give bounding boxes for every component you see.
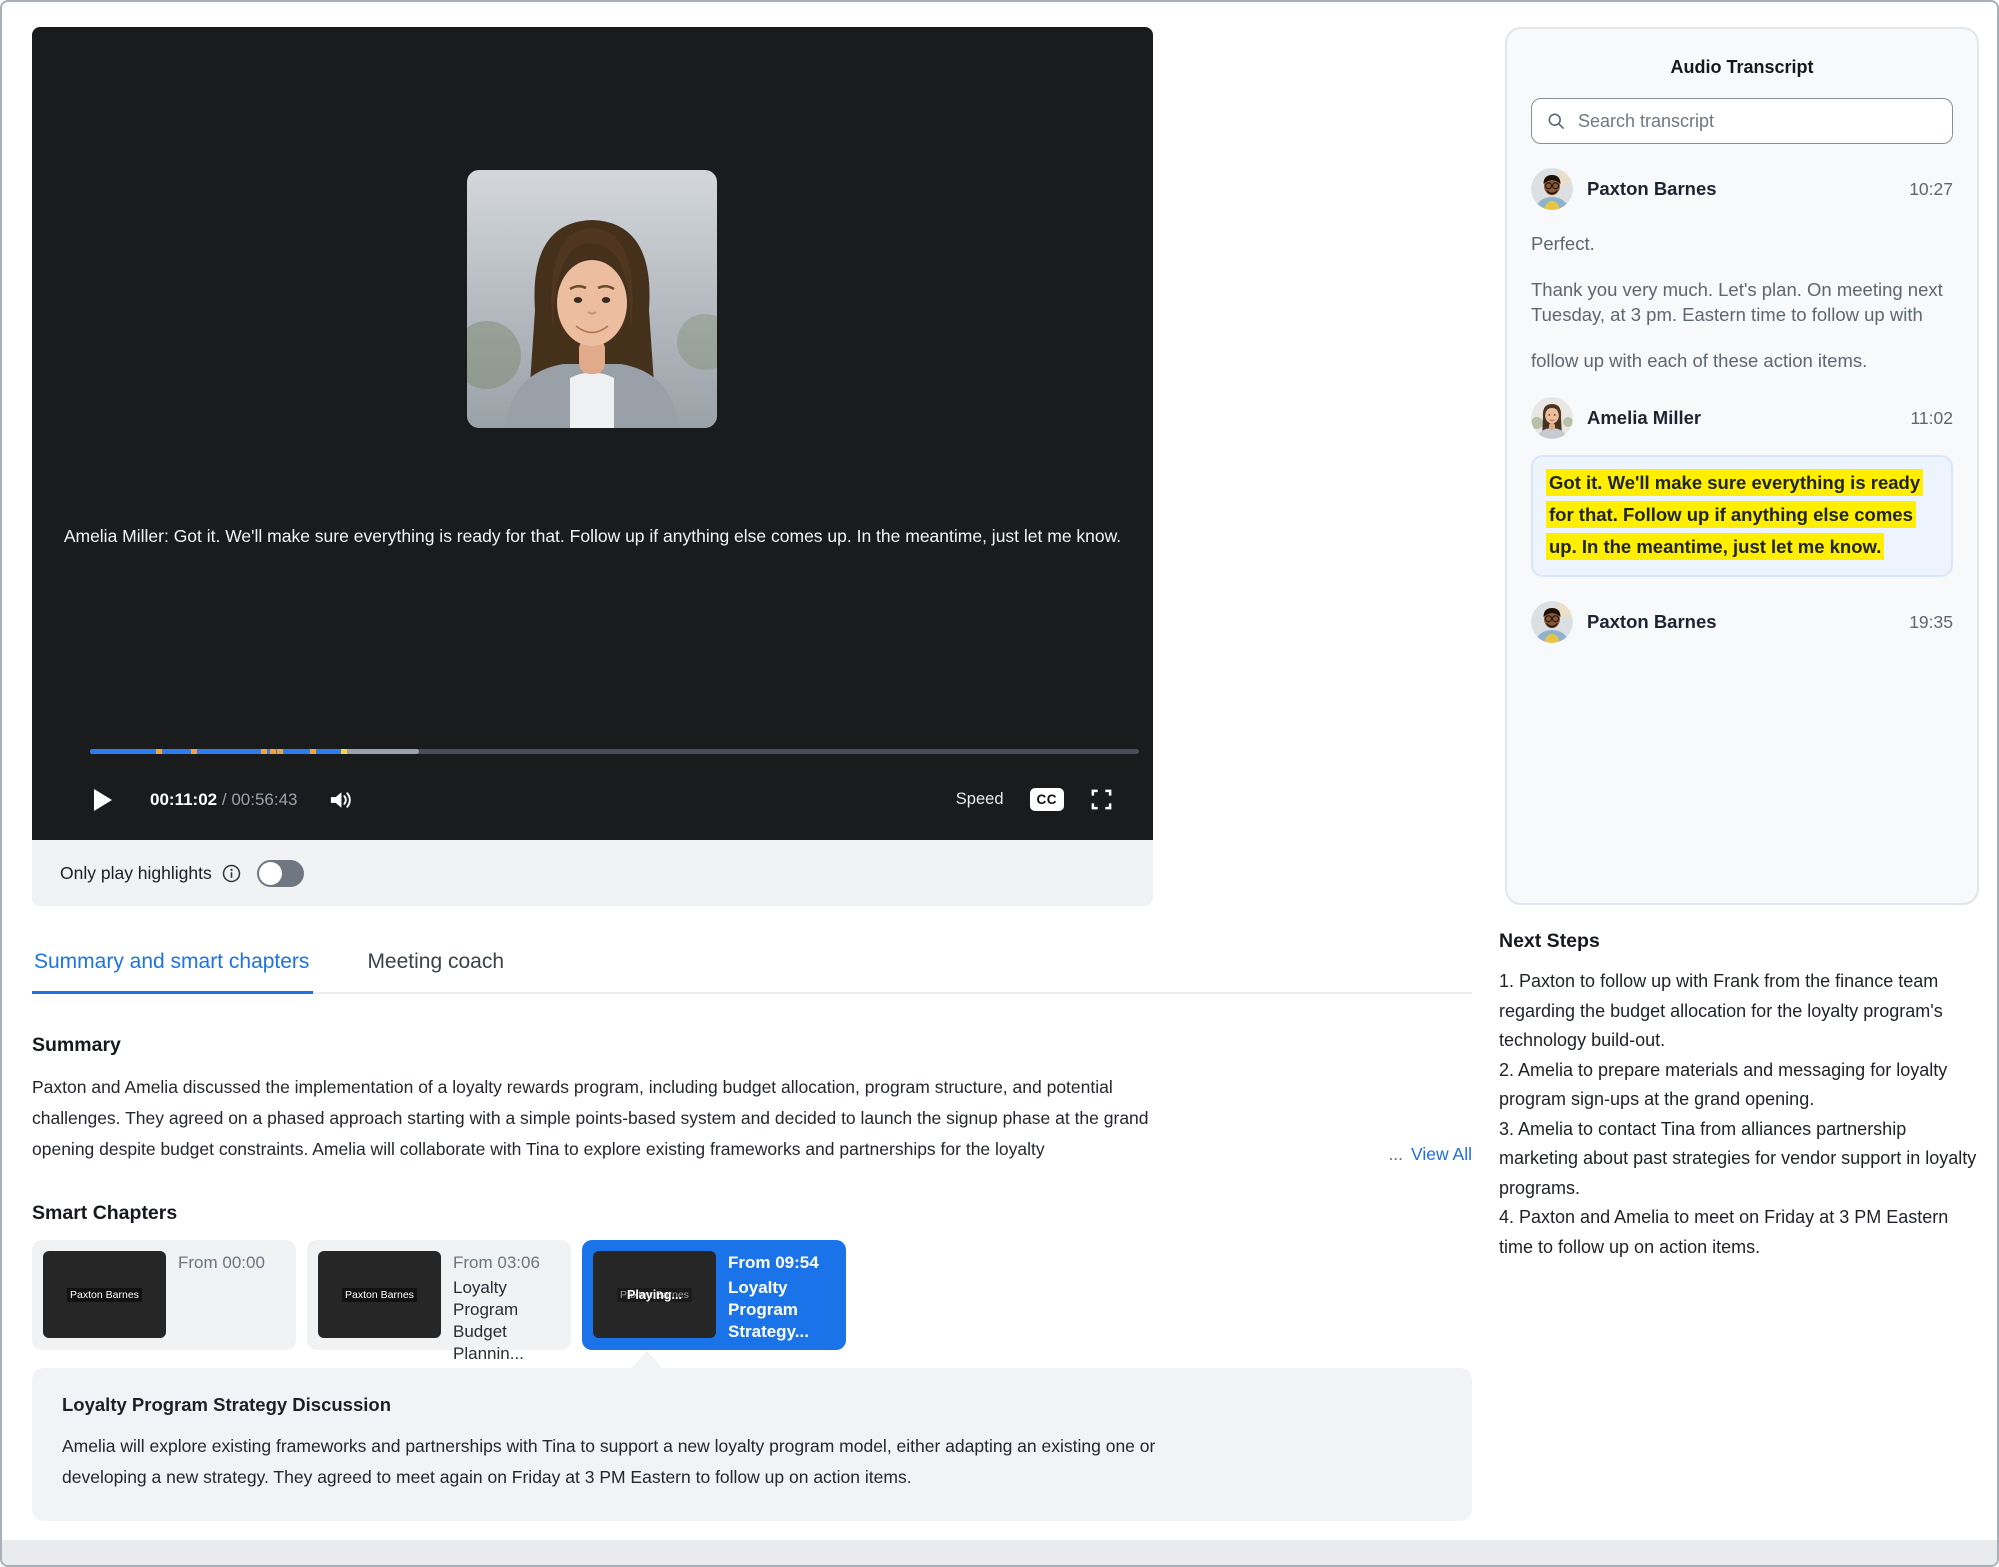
thumbnail-name-tag: Paxton Barnes — [67, 1288, 142, 1302]
chapter-start-time: From 00:00 — [178, 1253, 265, 1273]
progress-bar[interactable] — [90, 749, 1139, 754]
transcript-entry-highlighted[interactable]: Amelia Miller 11:02 Got it. We'll make s… — [1531, 397, 1953, 577]
summary-section: Summary Paxton and Amelia discussed the … — [32, 1034, 1472, 1165]
entry-timestamp[interactable]: 11:02 — [1911, 408, 1954, 429]
tab-summary-and-smart-chapters[interactable]: Summary and smart chapters — [32, 950, 313, 994]
next-step-item: 3. Amelia to contact Tina from alliances… — [1499, 1115, 1977, 1204]
play-button[interactable] — [90, 787, 114, 813]
info-icon[interactable] — [222, 864, 241, 883]
highlight-marker — [191, 749, 197, 754]
summary-ellipsis: ... — [1388, 1144, 1403, 1164]
audio-transcript-panel: Audio Transcript — [1505, 27, 1979, 905]
transcript-search[interactable] — [1531, 98, 1953, 144]
chapter-thumbnail: Paxton Barnes Playing... — [593, 1251, 716, 1338]
meeting-recording-page: Amelia Miller: Got it. We'll make sure e… — [0, 0, 1999, 1567]
transcript-entry[interactable]: Paxton Barnes 19:35 — [1531, 601, 1953, 643]
speaker-portrait — [467, 170, 717, 428]
entry-timestamp[interactable]: 19:35 — [1909, 612, 1953, 633]
avatar-paxton-barnes — [1531, 168, 1573, 210]
speed-button[interactable]: Speed — [956, 790, 1004, 809]
highlight-marker — [310, 749, 316, 754]
highlights-toggle-switch[interactable] — [257, 860, 304, 887]
chapter-cards: Paxton Barnes From 00:00 Paxton Barnes F… — [32, 1240, 1472, 1350]
chapter-thumbnail: Paxton Barnes — [318, 1251, 441, 1338]
view-all-link[interactable]: View All — [1411, 1144, 1472, 1164]
time-display: 00:11:02 / 00:56:43 — [150, 790, 298, 810]
highlights-toggle-label: Only play highlights — [60, 863, 212, 884]
highlighted-text: Got it. We'll make sure everything is re… — [1546, 469, 1923, 560]
smart-chapters-heading: Smart Chapters — [32, 1202, 1472, 1225]
volume-icon — [328, 788, 353, 812]
fullscreen-button[interactable] — [1090, 788, 1113, 811]
video-viewport[interactable]: Amelia Miller: Got it. We'll make sure e… — [32, 27, 1153, 840]
thumbnail-name-tag: Paxton Barnes — [342, 1288, 417, 1302]
highlight-marker — [270, 749, 276, 754]
highlighted-quote-bubble[interactable]: Got it. We'll make sure everything is re… — [1531, 455, 1953, 577]
transcript-paragraph[interactable]: Perfect. — [1531, 231, 1953, 256]
smart-chapters-section: Smart Chapters Paxton Barnes From 00:00 … — [32, 1202, 1472, 1521]
chapter-start-time: From 09:54 — [728, 1253, 835, 1273]
tab-meeting-coach[interactable]: Meeting coach — [365, 950, 508, 992]
chapter-start-time: From 03:06 — [453, 1253, 560, 1273]
chapter-title: Loyalty Program Strategy... — [728, 1277, 835, 1343]
playing-indicator: Playing... — [593, 1288, 716, 1302]
entry-timestamp[interactable]: 10:27 — [1909, 179, 1953, 200]
speaker-name: Paxton Barnes — [1587, 178, 1717, 200]
chapter-detail-box: Loyalty Program Strategy Discussion Amel… — [32, 1368, 1472, 1521]
transcript-paragraph[interactable]: follow up with each of these action item… — [1531, 348, 1953, 373]
chapter-detail-pointer — [632, 1351, 662, 1368]
chapter-thumbnail: Paxton Barnes — [43, 1251, 166, 1338]
content-tabs: Summary and smart chapters Meeting coach — [32, 950, 1472, 994]
highlight-marker — [277, 749, 283, 754]
transcript-paragraph[interactable]: Thank you very much. Let's plan. On meet… — [1531, 277, 1953, 327]
video-caption: Amelia Miller: Got it. We'll make sure e… — [50, 525, 1135, 548]
progress-track — [90, 749, 1139, 754]
play-icon — [90, 787, 114, 813]
transcript-title: Audio Transcript — [1531, 57, 1953, 78]
cc-button[interactable]: CC — [1030, 788, 1065, 811]
next-step-item: 2. Amelia to prepare materials and messa… — [1499, 1056, 1977, 1115]
chapter-card-2[interactable]: Paxton Barnes From 03:06 Loyalty Program… — [307, 1240, 571, 1350]
search-input[interactable] — [1576, 110, 1938, 133]
chapter-title: Loyalty Program Budget Plannin... — [453, 1277, 560, 1365]
video-player-card: Amelia Miller: Got it. We'll make sure e… — [32, 27, 1153, 840]
avatar-amelia-miller — [1531, 397, 1573, 439]
current-time: 00:11:02 — [150, 790, 217, 809]
chapter-detail-body: Amelia will explore existing frameworks … — [62, 1431, 1157, 1493]
highlight-marker — [261, 749, 267, 754]
chapter-card-3-active[interactable]: Paxton Barnes Playing... From 09:54 Loya… — [582, 1240, 846, 1350]
playhead-marker[interactable] — [341, 749, 347, 754]
speaker-video-frame — [467, 170, 717, 428]
duration: 00:56:43 — [231, 790, 297, 809]
volume-button[interactable] — [328, 788, 353, 812]
next-steps-section: Next Steps 1. Paxton to follow up with F… — [1499, 930, 1977, 1262]
highlights-toggle-row: Only play highlights — [32, 840, 1153, 906]
speaker-name: Amelia Miller — [1587, 407, 1701, 429]
player-controls: 00:11:02 / 00:56:43 Speed CC — [90, 772, 1113, 827]
fullscreen-icon — [1090, 788, 1113, 811]
next-steps-heading: Next Steps — [1499, 930, 1977, 953]
bottom-scroll-strip — [2, 1540, 1997, 1565]
next-step-item: 1. Paxton to follow up with Frank from t… — [1499, 967, 1977, 1056]
chapter-card-1[interactable]: Paxton Barnes From 00:00 — [32, 1240, 296, 1350]
summary-heading: Summary — [32, 1034, 1472, 1057]
search-icon — [1546, 111, 1566, 131]
speaker-name: Paxton Barnes — [1587, 611, 1717, 633]
next-step-item: 4. Paxton and Amelia to meet on Friday a… — [1499, 1203, 1977, 1262]
chapter-detail-heading: Loyalty Program Strategy Discussion — [62, 1394, 1442, 1416]
summary-text: Paxton and Amelia discussed the implemen… — [32, 1072, 1154, 1165]
toggle-knob — [259, 862, 282, 885]
highlight-marker — [156, 749, 162, 754]
avatar-paxton-barnes — [1531, 601, 1573, 643]
transcript-entry[interactable]: Paxton Barnes 10:27 Perfect. Thank you v… — [1531, 168, 1953, 373]
